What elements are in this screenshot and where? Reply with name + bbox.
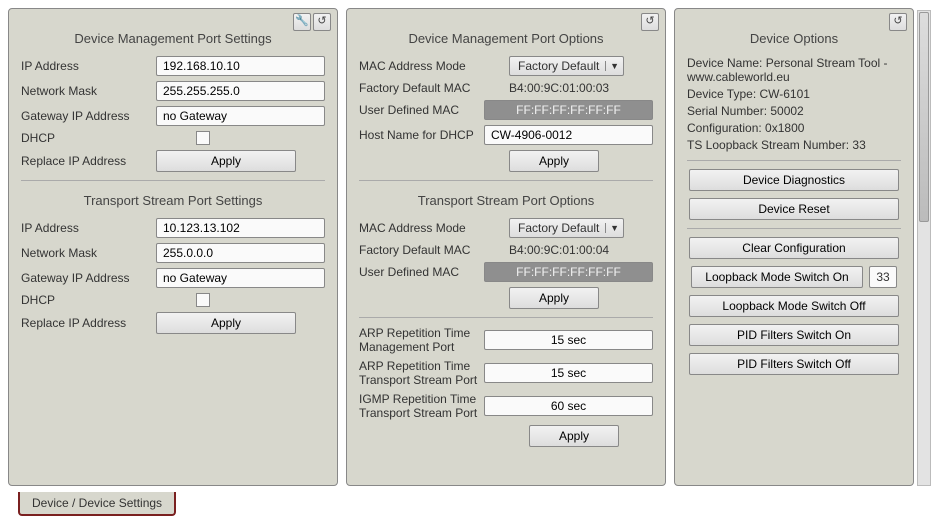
loopback-number-box[interactable]: 33	[869, 266, 897, 288]
divider	[687, 160, 901, 161]
factory-mac-value: B4:00:9C:01:00:03	[509, 81, 609, 95]
igmp-ts-input[interactable]	[484, 396, 653, 416]
scrollbar-thumb[interactable]	[919, 12, 929, 222]
gateway-label: Gateway IP Address	[21, 109, 156, 123]
pid-filters-on-button[interactable]: PID Filters Switch On	[689, 324, 899, 346]
ts-loopback-info: TS Loopback Stream Number: 33	[687, 138, 901, 152]
device-name-info: Device Name: Personal Stream Tool - www.…	[687, 56, 901, 84]
scrollbar[interactable]	[917, 10, 931, 486]
ts-mask-label: Network Mask	[21, 246, 156, 260]
factory-mac-label: Factory Default MAC	[359, 81, 509, 95]
mac-mode-select[interactable]: Factory Default ▼	[509, 56, 624, 76]
igmp-ts-label: IGMP Repetition TimeTransport Stream Por…	[359, 392, 484, 420]
replace-ip-label: Replace IP Address	[21, 154, 156, 168]
divider	[359, 317, 653, 318]
apply-button-timing[interactable]: Apply	[529, 425, 619, 447]
ip-address-label: IP Address	[21, 59, 156, 73]
ts-mac-mode-label: MAC Address Mode	[359, 221, 509, 235]
apply-button-ts-opts[interactable]: Apply	[509, 287, 599, 309]
ts-dhcp-checkbox[interactable]	[196, 293, 210, 307]
divider	[687, 228, 901, 229]
chevron-down-icon: ▼	[605, 223, 619, 233]
clear-configuration-button[interactable]: Clear Configuration	[689, 237, 899, 259]
mac-mode-value: Factory Default	[518, 59, 599, 73]
panel3-title: Device Options	[687, 31, 901, 46]
ts-ip-input[interactable]	[156, 218, 325, 238]
pid-filters-off-button[interactable]: PID Filters Switch Off	[689, 353, 899, 375]
refresh-icon[interactable]: ↺	[313, 13, 331, 31]
device-reset-button[interactable]: Device Reset	[689, 198, 899, 220]
ts-factory-mac-value: B4:00:9C:01:00:04	[509, 243, 609, 257]
panel1-title1: Device Management Port Settings	[21, 31, 325, 46]
dhcp-checkbox[interactable]	[196, 131, 210, 145]
ip-address-input[interactable]	[156, 56, 325, 76]
ts-mac-mode-value: Factory Default	[518, 221, 599, 235]
ts-mask-input[interactable]	[156, 243, 325, 263]
arp-mgmt-label: ARP Repetition TimeManagement Port	[359, 326, 484, 354]
mac-mode-label: MAC Address Mode	[359, 59, 509, 73]
panel2-title2: Transport Stream Port Options	[359, 193, 653, 208]
device-mgmt-port-settings-panel: 🔧 ↺ Device Management Port Settings IP A…	[8, 8, 338, 486]
ts-user-mac-input[interactable]	[484, 262, 653, 282]
divider	[359, 180, 653, 181]
ts-dhcp-label: DHCP	[21, 293, 156, 307]
chevron-down-icon: ▼	[605, 61, 619, 71]
device-mgmt-port-options-panel: ↺ Device Management Port Options MAC Add…	[346, 8, 666, 486]
apply-button-mgmt[interactable]: Apply	[156, 150, 296, 172]
loopback-on-button[interactable]: Loopback Mode Switch On	[691, 266, 863, 288]
user-mac-label: User Defined MAC	[359, 103, 484, 117]
divider	[21, 180, 325, 181]
device-options-panel: ↺ Device Options Device Name: Personal S…	[674, 8, 914, 486]
ts-user-mac-label: User Defined MAC	[359, 265, 484, 279]
apply-button-mgmt-opts[interactable]: Apply	[509, 150, 599, 172]
device-type-info: Device Type: CW-6101	[687, 87, 901, 101]
configuration-info: Configuration: 0x1800	[687, 121, 901, 135]
ts-replace-ip-label: Replace IP Address	[21, 316, 156, 330]
apply-button-ts[interactable]: Apply	[156, 312, 296, 334]
ts-ip-label: IP Address	[21, 221, 156, 235]
network-mask-label: Network Mask	[21, 84, 156, 98]
arp-mgmt-input[interactable]	[484, 330, 653, 350]
wrench-icon[interactable]: 🔧	[293, 13, 311, 31]
panel2-title1: Device Management Port Options	[359, 31, 653, 46]
refresh-icon[interactable]: ↺	[641, 13, 659, 31]
ts-gateway-input[interactable]	[156, 268, 325, 288]
ts-gateway-label: Gateway IP Address	[21, 271, 156, 285]
gateway-input[interactable]	[156, 106, 325, 126]
host-name-label: Host Name for DHCP	[359, 128, 484, 142]
host-name-input[interactable]	[484, 125, 653, 145]
panel1-title2: Transport Stream Port Settings	[21, 193, 325, 208]
arp-ts-input[interactable]	[484, 363, 653, 383]
loopback-off-button[interactable]: Loopback Mode Switch Off	[689, 295, 899, 317]
ts-factory-mac-label: Factory Default MAC	[359, 243, 509, 257]
user-mac-input[interactable]	[484, 100, 653, 120]
dhcp-label: DHCP	[21, 131, 156, 145]
arp-ts-label: ARP Repetition TimeTransport Stream Port	[359, 359, 484, 387]
network-mask-input[interactable]	[156, 81, 325, 101]
ts-mac-mode-select[interactable]: Factory Default ▼	[509, 218, 624, 238]
device-diagnostics-button[interactable]: Device Diagnostics	[689, 169, 899, 191]
refresh-icon[interactable]: ↺	[889, 13, 907, 31]
breadcrumb-tab[interactable]: Device / Device Settings	[18, 492, 176, 516]
serial-number-info: Serial Number: 50002	[687, 104, 901, 118]
